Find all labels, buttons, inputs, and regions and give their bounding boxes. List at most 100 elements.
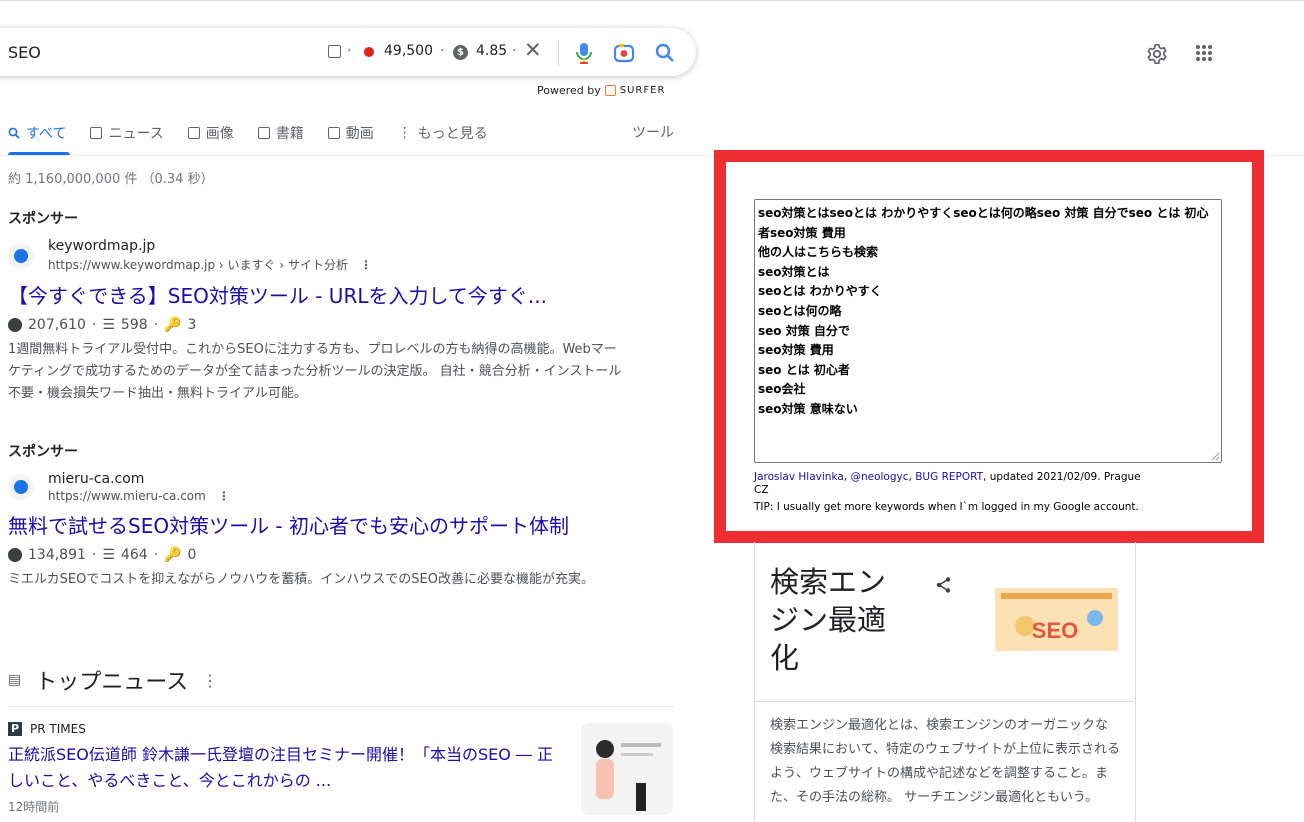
twitter-link[interactable]: @neologyc	[850, 471, 908, 483]
keyword-line: seo対策 意味ない	[758, 401, 858, 416]
keyword-line: seo とは 初心者	[758, 362, 850, 377]
knowledge-panel-description: 検索エンジン最適化とは、検索エンジンのオーガニックな検索結果において、特定のウェ…	[770, 718, 1120, 805]
tab-label: 動画	[345, 126, 374, 142]
search-input[interactable]: SEO	[8, 43, 41, 62]
microphone-icon[interactable]	[575, 42, 593, 64]
camera-lens-icon[interactable]	[613, 43, 635, 63]
volume-icon	[364, 47, 374, 57]
knowledge-panel-title: 検索エンジン最適化	[770, 565, 887, 675]
news-title-link[interactable]: 正統派SEO伝道師 鈴木謙一氏登壇の注目セミナー開催！「本当のSEO ― 正しい…	[8, 742, 568, 794]
tab-videos[interactable]: 動画	[327, 122, 374, 144]
cpc-value: 4.85	[476, 43, 508, 59]
keyword-line: 他の人はこちらも検索	[758, 245, 879, 260]
settings-gear-icon[interactable]	[1146, 43, 1168, 65]
knowledge-panel-image[interactable]: SEO	[995, 588, 1118, 651]
search-icon	[8, 127, 20, 139]
sponsored-label: スポンサー	[8, 211, 78, 227]
news-thumbnail[interactable]	[581, 723, 673, 815]
separator-dot: ·	[347, 43, 352, 59]
site-url: https://www.keywordmap.jp › いますぐ › サイト分析	[48, 258, 348, 272]
powered-by-surfer[interactable]: Powered by SURFER	[537, 84, 665, 97]
metric-words: 598	[120, 317, 148, 333]
key-icon: 🔑	[164, 317, 182, 333]
surfer-brand: SURFER	[619, 85, 666, 96]
ad-description: ミエルカSEOでコストを抑えながらノウハウを蓄積。インハウスでのSEO改善に必要…	[8, 572, 595, 587]
ad-metrics: 207,610 · ☰ 598 · 🔑 3	[8, 317, 628, 333]
ad-metrics: 134,891 · ☰ 464 · 🔑 0	[8, 547, 628, 563]
traffic-icon	[8, 318, 22, 332]
keyword-line: seo会社	[758, 382, 806, 397]
tab-news[interactable]: ニュース	[90, 122, 164, 144]
tools-button[interactable]: ツール	[632, 122, 674, 142]
tab-label: ニュース	[108, 126, 164, 142]
ad-result: スポンサー keywordmap.jp https://www.keywordm…	[8, 208, 628, 405]
metric-traffic: 207,610	[28, 317, 86, 333]
svg-text:SEO: SEO	[1032, 618, 1078, 643]
knowledge-panel-divider	[754, 701, 1134, 702]
more-vert-icon[interactable]: ⋮	[360, 258, 372, 272]
keyword-line: seo対策とはseoとは わかりやすくseoとは何の略seo 対策 自分でseo…	[758, 206, 1209, 240]
publisher-logo-icon: P	[8, 722, 22, 736]
news-icon: ▤	[8, 672, 22, 688]
traffic-icon	[8, 548, 22, 562]
video-icon	[327, 127, 340, 139]
separator-dot: ·	[440, 43, 445, 59]
keyword-line: seo対策 費用	[758, 343, 834, 358]
ad-description: 1週間無料トライアル受付中。これからSEOに注力する方も、プロレベルの方も納得の…	[8, 342, 622, 401]
tab-more[interactable]: ⋮ もっと見る	[398, 122, 488, 144]
top-news-header: ▤ トップニュース ⋮	[8, 664, 218, 696]
more-vert-icon[interactable]: ⋮	[202, 671, 218, 690]
tab-label: 画像	[205, 126, 234, 142]
keyword-line: seoとは わかりやすく	[758, 284, 882, 299]
image-icon	[187, 127, 200, 139]
site-name: mieru-ca.com	[48, 471, 145, 487]
keyword-line: seoとは何の略	[758, 303, 842, 318]
search-volume: 49,500	[384, 43, 433, 59]
clear-icon[interactable]: ✕	[524, 40, 542, 61]
surfer-checkbox[interactable]	[328, 45, 341, 58]
dollar-icon: $	[453, 45, 468, 60]
result-stats: 約 1,160,000,000 件 （0.34 秒）	[8, 172, 214, 187]
metric-keywords: 0	[187, 547, 197, 563]
key-icon: 🔑	[164, 547, 182, 563]
book-icon	[257, 127, 270, 139]
list-icon: ☰	[102, 547, 115, 563]
share-icon[interactable]	[935, 576, 953, 594]
news-icon	[90, 127, 103, 139]
bug-report-link[interactable]: BUG REPORT	[915, 471, 983, 483]
sponsored-label: スポンサー	[8, 444, 78, 460]
publisher-name: PR TIMES	[30, 722, 86, 736]
search-divider	[558, 40, 559, 66]
resize-grip-icon[interactable]	[1211, 452, 1220, 461]
site-name: keywordmap.jp	[48, 238, 156, 254]
author-link[interactable]: Jaroslav Hlavinka	[754, 471, 844, 483]
site-favicon	[8, 242, 34, 269]
ad-title-link[interactable]: 無料で試せるSEO対策ツール - 初心者でも安心のサポート体制	[8, 513, 628, 539]
search-icon[interactable]	[655, 43, 675, 63]
ad-result: スポンサー mieru-ca.com https://www.mieru-ca.…	[8, 441, 628, 591]
list-icon: ☰	[102, 317, 115, 333]
keyword-line: seo 対策 自分で	[758, 323, 850, 338]
news-card[interactable]: P PR TIMES 正統派SEO伝道師 鈴木謙一氏登壇の注目セミナー開催！「本…	[8, 722, 568, 815]
tab-all[interactable]: すべて	[8, 122, 66, 144]
globe-icon	[14, 248, 28, 263]
ad-title-link[interactable]: 【今すぐできる】SEO対策ツール - URLを入力して今すぐ...	[8, 283, 628, 309]
tab-images[interactable]: 画像	[187, 122, 234, 144]
ad-site[interactable]: keywordmap.jp https://www.keywordmap.jp …	[8, 238, 628, 273]
powered-label: Powered by	[537, 84, 601, 97]
keywords-textarea[interactable]: seo対策とは seoとは わかりやすく seoとは何の略 seo 対策 自分で seo…	[754, 199, 1222, 463]
more-vert-icon[interactable]: ⋮	[218, 489, 230, 503]
top-divider	[0, 0, 1304, 1]
tab-books[interactable]: 書籍	[257, 122, 304, 144]
news-time: 12時間前	[8, 800, 60, 814]
tab-label: もっと見る	[417, 126, 488, 142]
top-news-heading: トップニュース	[35, 670, 189, 695]
search-tabs: すべて ニュース 画像 書籍 動画 ⋮ もっと見る	[8, 122, 512, 156]
extension-credit: Jaroslav Hlavinka, @neologyc, BUG REPORT…	[754, 471, 1141, 496]
globe-icon	[14, 480, 28, 494]
site-favicon	[8, 474, 34, 500]
metric-keywords: 3	[187, 317, 197, 333]
ad-site[interactable]: mieru-ca.com https://www.mieru-ca.com ⋮	[8, 471, 628, 503]
keyword-line: seo対策とは	[758, 264, 830, 279]
apps-grid-icon[interactable]	[1195, 44, 1213, 62]
